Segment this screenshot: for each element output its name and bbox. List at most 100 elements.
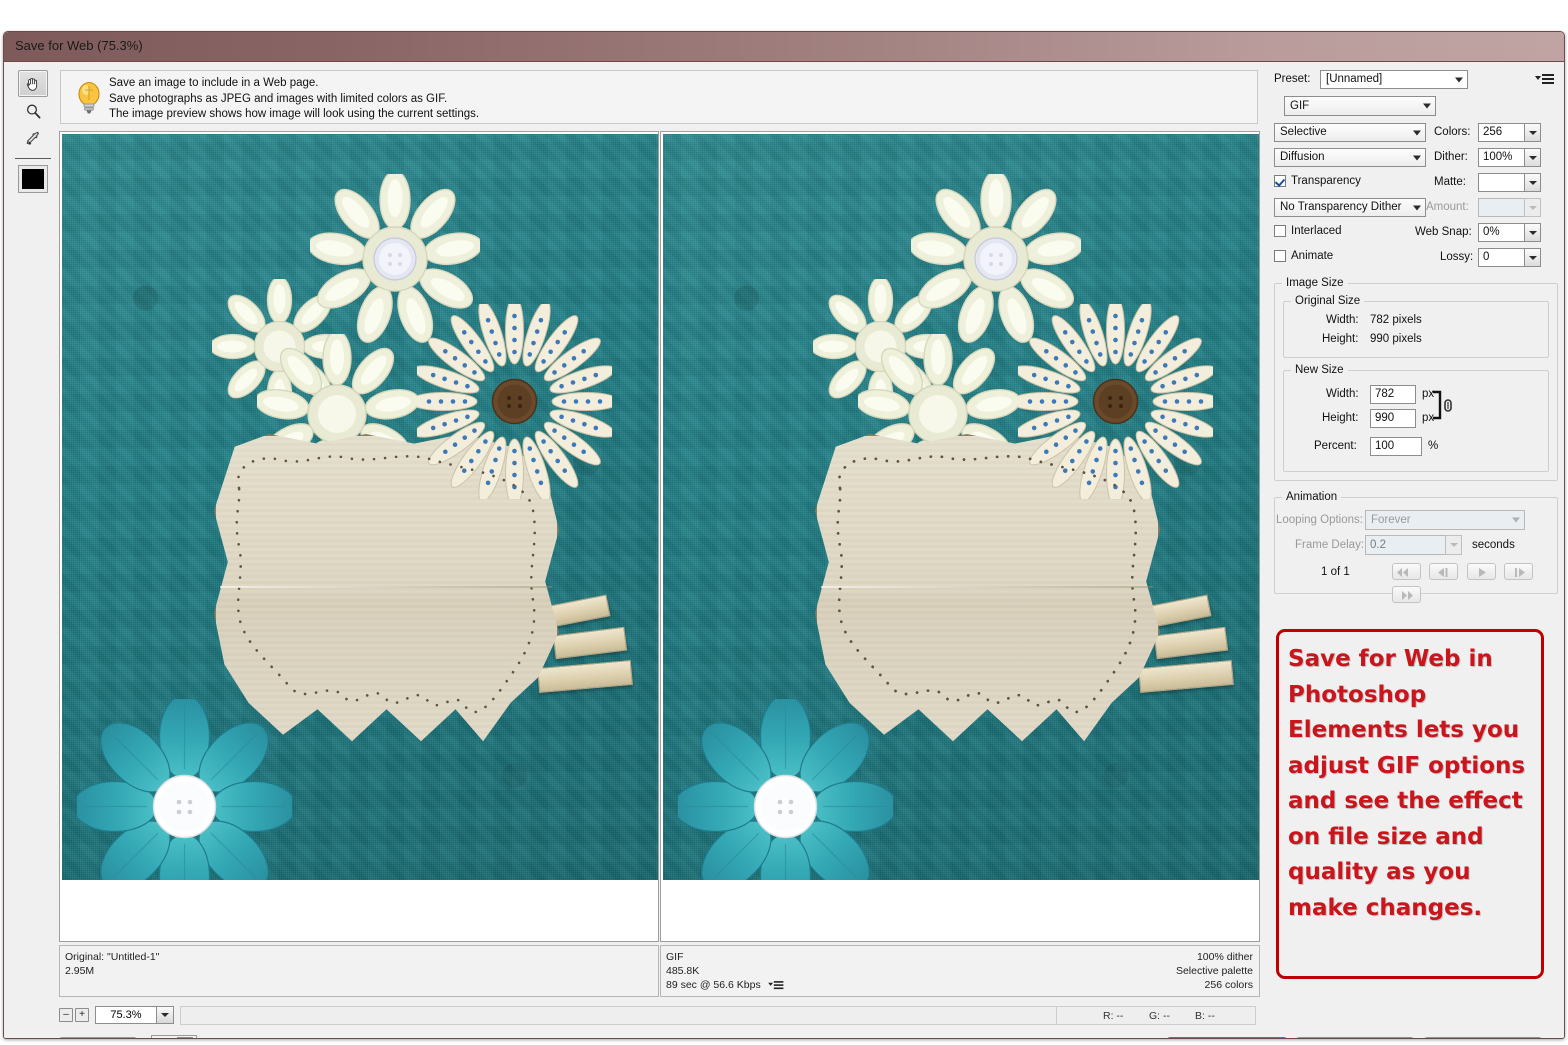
constrain-proportions-bracket — [1431, 389, 1459, 426]
dither-label: Dither: — [1434, 151, 1468, 163]
web-snap-label: Web Snap: — [1415, 226, 1472, 238]
zoom-in-button[interactable]: + — [75, 1008, 89, 1022]
chevron-down-icon — [1413, 155, 1421, 160]
chevron-down-icon — [1512, 517, 1520, 523]
original-size-group: Original Size Width: 782 pixels Height: … — [1283, 295, 1549, 358]
animate-checkbox[interactable]: Animate — [1274, 250, 1333, 262]
original-width-label: Width: — [1326, 314, 1359, 326]
lossy-field[interactable]: 0 — [1478, 248, 1526, 267]
swatch-fill — [22, 169, 44, 189]
readout-g: G: -- — [1149, 1010, 1170, 1022]
looping-options-label: Looping Options: — [1276, 514, 1363, 526]
checkbox-box — [1274, 175, 1286, 187]
file-format-value: GIF — [1290, 100, 1310, 112]
percent-field[interactable]: 100 — [1370, 437, 1422, 456]
amount-label: Amount: — [1426, 201, 1469, 213]
new-width-field[interactable]: 782 — [1370, 385, 1416, 404]
info-text: Save an image to include in a Web page. … — [109, 76, 479, 123]
colors-field[interactable]: 256 — [1478, 123, 1526, 142]
next-frame-button[interactable] — [1504, 563, 1534, 580]
save-button[interactable]: Save — [1167, 1037, 1287, 1038]
zoom-controls: – +75.3% — [59, 1006, 174, 1024]
new-size-title: New Size — [1291, 364, 1348, 376]
lossy-dropdown[interactable] — [1524, 248, 1541, 267]
plaque-fold-line-2 — [821, 586, 1153, 588]
tool-strip — [13, 70, 53, 210]
color-reduction-dropdown[interactable]: Selective — [1274, 123, 1426, 142]
original-height-value: 990 pixels — [1370, 333, 1422, 345]
web-snap-field[interactable]: 0% — [1478, 223, 1526, 242]
preset-value: [Unnamed] — [1326, 73, 1383, 85]
teal-flower — [72, 694, 297, 880]
optimized-preview-pane[interactable] — [660, 131, 1260, 942]
matte-swatch[interactable] — [1478, 173, 1526, 192]
optimized-dither: 100% dither — [1196, 951, 1253, 963]
tool-divider — [15, 158, 51, 159]
zoom-level-field[interactable]: 75.3% — [95, 1006, 157, 1024]
matte-label: Matte: — [1434, 176, 1466, 188]
download-rate-menu-icon[interactable] — [767, 980, 784, 990]
image-size-group: Image Size Original Size Width: 782 pixe… — [1274, 277, 1558, 481]
checkbox-box — [1274, 225, 1286, 237]
file-format-dropdown[interactable]: GIF — [1284, 96, 1436, 116]
optimized-palette: Selective palette — [1175, 965, 1253, 977]
colors-value: 256 — [1483, 126, 1503, 138]
preview-button[interactable]: Preview... — [59, 1037, 137, 1038]
zoom-out-button[interactable]: – — [59, 1008, 73, 1022]
frame-counter: 1 of 1 — [1321, 566, 1350, 578]
new-width-value: 782 — [1375, 388, 1395, 400]
browser-preview-selector[interactable]: ? — [151, 1035, 197, 1039]
info-line-1: Save an image to include in a Web page. — [109, 77, 319, 89]
hand-tool[interactable] — [18, 70, 48, 97]
readout-r: R: -- — [1103, 1010, 1124, 1022]
readout-b: B: -- — [1195, 1010, 1215, 1022]
previous-frame-button[interactable] — [1429, 563, 1459, 580]
colors-dropdown[interactable] — [1524, 123, 1541, 142]
transparency-dither-dropdown[interactable]: No Transparency Dither — [1274, 198, 1426, 217]
annotation-text: Save for Web in Photoshop Elements lets … — [1288, 646, 1526, 921]
polkadot-flower-2 — [1009, 295, 1222, 508]
original-artwork — [62, 134, 658, 880]
play-button[interactable] — [1466, 563, 1496, 580]
dither-algorithm-value: Diffusion — [1280, 151, 1325, 163]
chevron-down-icon — [1413, 205, 1421, 210]
title-bar[interactable]: Save for Web (75.3%) — [4, 32, 1564, 62]
animation-group: Animation Looping Options: Forever Frame… — [1274, 491, 1558, 603]
color-readout: R: -- G: -- B: -- — [1056, 1006, 1256, 1025]
foreground-color-swatch[interactable] — [18, 165, 48, 193]
cancel-button[interactable]: Cancel — [1296, 1037, 1414, 1038]
matte-dropdown[interactable] — [1524, 173, 1541, 192]
done-button[interactable]: Done — [1424, 1037, 1542, 1038]
new-height-value: 990 — [1375, 412, 1395, 424]
dither-field[interactable]: 100% — [1478, 148, 1526, 167]
save-for-web-dialog: Save for Web (75.3%) Save an image to in… — [3, 31, 1565, 1039]
zoom-tool[interactable] — [18, 98, 48, 125]
dither-value: 100% — [1483, 151, 1513, 163]
zoom-level-dropdown[interactable] — [156, 1006, 174, 1024]
preset-label: Preset: — [1274, 73, 1311, 85]
amount-dropdown — [1524, 198, 1541, 217]
web-snap-dropdown[interactable] — [1524, 223, 1541, 242]
optimized-artwork — [663, 134, 1259, 880]
checkbox-box — [1274, 250, 1286, 262]
optimized-download-time: 89 sec @ 56.6 Kbps — [666, 979, 761, 991]
percent-unit: % — [1428, 440, 1439, 452]
eyedropper-tool[interactable] — [18, 126, 48, 153]
panel-menu-icon[interactable] — [1535, 74, 1554, 85]
last-frame-button[interactable] — [1392, 586, 1421, 603]
interlaced-checkbox[interactable]: Interlaced — [1274, 225, 1342, 237]
new-height-field[interactable]: 990 — [1370, 409, 1416, 428]
lossy-label: Lossy: — [1440, 251, 1474, 263]
original-preview-pane[interactable] — [59, 131, 659, 942]
original-size-title: Original Size — [1291, 295, 1365, 307]
browser-dropdown[interactable] — [177, 1037, 193, 1038]
transparency-checkbox[interactable]: Transparency — [1274, 175, 1361, 187]
first-frame-button[interactable] — [1392, 563, 1421, 580]
preset-dropdown[interactable]: [Unnamed] — [1320, 70, 1468, 89]
dither-algorithm-dropdown[interactable]: Diffusion — [1274, 148, 1426, 167]
browser-globe-icon[interactable]: ? — [155, 1038, 175, 1039]
lightbulb-icon — [72, 79, 106, 117]
transparency-dither-value: No Transparency Dither — [1280, 201, 1402, 213]
dither-dropdown[interactable] — [1524, 148, 1541, 167]
optimized-filesize: 485.8K — [666, 965, 700, 977]
